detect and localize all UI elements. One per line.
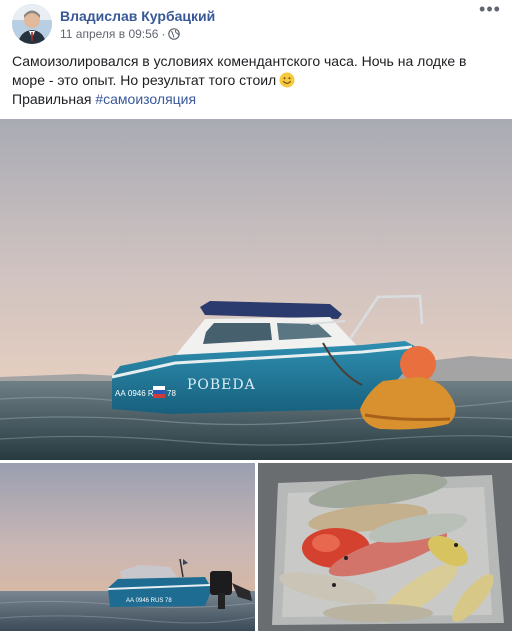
- photo-boat-motor[interactable]: АА 0946 RUS 78: [0, 463, 255, 631]
- post-text-prefix: Правильная: [12, 91, 92, 107]
- globe-icon[interactable]: [168, 28, 181, 40]
- post-text-line: Самоизолировался в условиях комендантско…: [12, 52, 502, 90]
- post-meta: 11 апреля в 09:56 ·: [60, 27, 181, 41]
- post-text-line: Правильная #самоизоляция: [12, 90, 502, 109]
- photo-fish-catch[interactable]: [258, 463, 512, 631]
- post-timestamp[interactable]: 11 апреля в 09:56: [60, 27, 158, 41]
- post-text-body: Самоизолировался в условиях комендантско…: [12, 53, 467, 88]
- post-text: Самоизолировался в условиях комендантско…: [12, 52, 502, 109]
- photo-main[interactable]: POBEDA АА 0946 RUS 78: [0, 119, 512, 460]
- slightly-smiling-face-icon: [279, 72, 295, 88]
- post-header: Владислав Курбацкий 11 апреля в 09:56 · …: [12, 0, 502, 46]
- boat-plate-text: АА 0946 RUS 78: [115, 389, 176, 398]
- boat-name-text: POBEDA: [187, 377, 256, 393]
- boat-plate-text-small: АА 0946 RUS 78: [126, 598, 172, 604]
- avatar[interactable]: [12, 4, 52, 44]
- meta-separator: ·: [161, 27, 166, 41]
- more-options-button[interactable]: •••: [478, 0, 502, 22]
- author-name[interactable]: Владислав Курбацкий: [60, 8, 215, 24]
- hashtag-link[interactable]: #самоизоляция: [95, 91, 196, 107]
